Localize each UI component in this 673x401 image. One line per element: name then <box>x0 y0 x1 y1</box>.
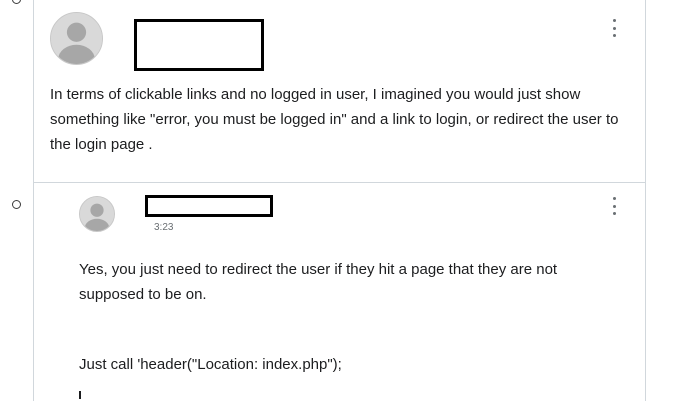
reply-timestamp: 3:23 <box>154 222 174 233</box>
thread-node-icon <box>12 0 21 4</box>
thread-node-icon <box>12 200 21 209</box>
comment-card: In terms of clickable links and no logge… <box>33 0 646 183</box>
user-avatar-icon[interactable] <box>50 12 103 65</box>
user-avatar-icon[interactable] <box>79 196 115 232</box>
reply-card: 3:23 Yes, you just need to redirect the … <box>33 183 646 401</box>
comment-body: In terms of clickable links and no logge… <box>50 86 619 153</box>
redacted-author-name <box>134 19 264 71</box>
vertical-ellipsis-icon[interactable] <box>611 19 617 37</box>
reply-code-line: Just call 'header("Location: index.php")… <box>79 356 342 373</box>
truncated-text-fragment <box>79 391 81 399</box>
vertical-ellipsis-icon[interactable] <box>611 197 617 215</box>
reply-paragraph: Yes, you just need to redirect the user … <box>79 261 558 303</box>
redacted-author-name <box>145 195 273 217</box>
discussion-thread: In terms of clickable links and no logge… <box>0 0 673 401</box>
